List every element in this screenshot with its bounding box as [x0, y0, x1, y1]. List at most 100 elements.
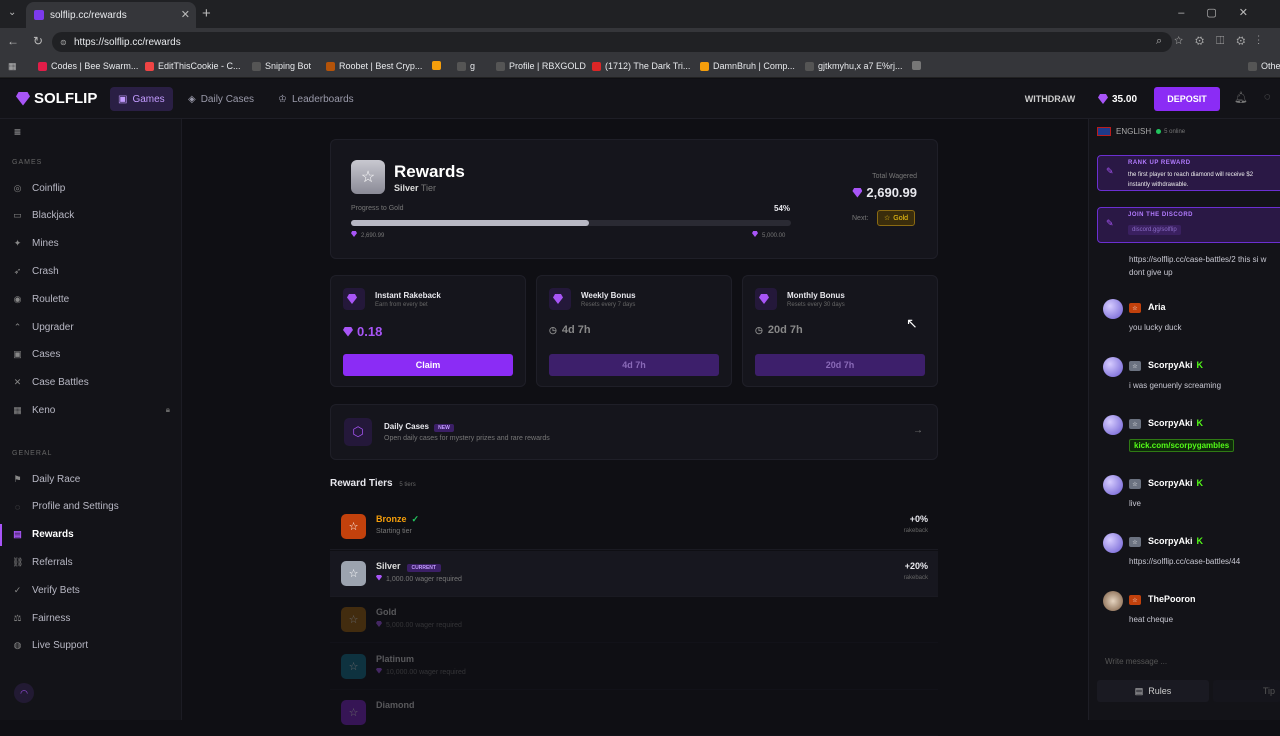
- brand-logo[interactable]: SOLFLIP: [16, 90, 97, 107]
- swords-icon: ✕: [13, 377, 22, 388]
- url-field[interactable]: ⊜ https://solflip.cc/rewards: [52, 32, 1172, 52]
- bonus-timer-button[interactable]: 4d 7h: [549, 354, 719, 376]
- apps-grid-icon[interactable]: ▦: [8, 61, 17, 72]
- chat-username[interactable]: ScorpyAki K: [1148, 418, 1203, 428]
- balance-display[interactable]: 35.00: [1098, 87, 1137, 111]
- deposit-button[interactable]: DEPOSIT: [1154, 87, 1220, 111]
- sidebar-item-label: Profile and Settings: [32, 501, 119, 513]
- bookmark-item[interactable]: EditThisCookie - C...: [145, 61, 241, 71]
- sidebar-item-blackjack[interactable]: ▭ Blackjack: [0, 205, 182, 227]
- bookmark-item[interactable]: g: [457, 61, 475, 71]
- sidebar-item-daily-race[interactable]: ⚑ Daily Race: [0, 468, 182, 490]
- new-tab-icon[interactable]: +: [202, 5, 211, 22]
- bookmark-item[interactable]: Profile | RBXGOLD: [496, 61, 586, 71]
- sidebar-item-case-battles[interactable]: ✕ Case Battles: [0, 372, 182, 394]
- claim-button[interactable]: Claim: [343, 354, 513, 376]
- sidebar-item-verify-bets[interactable]: ✓ Verify Bets: [0, 579, 182, 601]
- bookmark-item[interactable]: Othe: [1248, 61, 1280, 71]
- user-avatar[interactable]: [1103, 591, 1123, 611]
- sidebar-item-crash[interactable]: ➶ Crash: [0, 260, 182, 282]
- user-avatar[interactable]: [1103, 357, 1123, 377]
- bonus-timer-button[interactable]: 20d 7h: [755, 354, 925, 376]
- chat-username-text: ScorpyAki: [1148, 360, 1193, 370]
- promo-title: RANK UP REWARD: [1128, 160, 1191, 166]
- bookmark-item[interactable]: DamnBruh | Comp...: [700, 61, 795, 71]
- bookmark-item[interactable]: (1712) The Dark Tri...: [592, 61, 690, 71]
- language-selector[interactable]: ENGLISH 5 online: [1097, 127, 1185, 136]
- sidebar-item-cases[interactable]: ▣ Cases: [0, 344, 182, 366]
- bonus-card: Weekly Bonus Resets every 7 days ◷ 4d 7h 4d …: [536, 275, 732, 387]
- user-avatar[interactable]: [1103, 415, 1123, 435]
- chat-username[interactable]: ScorpyAki K: [1148, 536, 1203, 546]
- sidebar-item-keno[interactable]: ▦ Keno 🔒︎: [0, 399, 182, 421]
- tab-search-icon[interactable]: ⌄: [8, 7, 16, 18]
- menu-icon[interactable]: ≡: [14, 125, 21, 139]
- bonus-value-text: 20d 7h: [767, 324, 803, 336]
- bookmark-item[interactable]: [912, 61, 925, 70]
- chat-toggle-icon[interactable]: ◌: [1264, 91, 1271, 103]
- clock-icon: ◷: [755, 324, 763, 335]
- chat-message: ☆ ScorpyAki Kkick.com/scorpygambles: [1097, 415, 1280, 465]
- sidebar-item-live-support[interactable]: ◍ Live Support: [0, 635, 182, 657]
- discord-promo[interactable]: ✎ JOIN THE DISCORD discord.gg/solflip: [1097, 207, 1280, 243]
- sidebar-item-mines[interactable]: ✦ Mines: [0, 233, 182, 255]
- sidebar-item-coinflip[interactable]: ◎ Coinflip: [0, 177, 182, 199]
- bookmark-item[interactable]: Codes | Bee Swarm...: [38, 61, 138, 71]
- chat-username[interactable]: ThePooron: [1148, 594, 1196, 604]
- chat-message-text: dont give up: [1129, 268, 1173, 277]
- chat-username[interactable]: ScorpyAki K: [1148, 478, 1203, 488]
- gem-icon: [376, 621, 382, 627]
- rank-silver-icon: ☆: [1129, 537, 1141, 547]
- bookmark-item[interactable]: Sniping Bot: [252, 61, 311, 71]
- chat-username[interactable]: Aria: [1148, 302, 1166, 312]
- browser-tab[interactable]: solflip.cc/rewards ✕: [26, 2, 196, 28]
- sidebar-item-upgrader[interactable]: ⌃ Upgrader: [0, 316, 182, 338]
- nav-daily-cases-label: Daily Cases: [200, 93, 255, 105]
- bookmark-item[interactable]: Roobet | Best Cryp...: [326, 61, 422, 71]
- user-avatar[interactable]: [1103, 475, 1123, 495]
- daily-cases-subtitle: Open daily cases for mystery prizes and …: [384, 435, 550, 442]
- coin-icon: ◎: [13, 182, 22, 193]
- support-headset-icon[interactable]: ◠: [14, 683, 34, 703]
- nav-daily-cases[interactable]: ◈ Daily Cases: [180, 87, 262, 111]
- box-icon: ▣: [13, 349, 22, 360]
- discord-link[interactable]: discord.gg/solflip: [1128, 225, 1181, 235]
- chat-username-text: ThePooron: [1148, 594, 1196, 604]
- tier-name: Gold: [376, 607, 397, 617]
- gem-badge-icon: [343, 288, 365, 310]
- bookmark-item[interactable]: gjtkmyhu,x a7 E%rj...: [805, 61, 903, 71]
- user-avatar[interactable]: [1103, 533, 1123, 553]
- rules-button[interactable]: ▤ Rules: [1097, 680, 1209, 702]
- withdraw-button[interactable]: WITHDRAW: [1014, 87, 1086, 111]
- gem-badge-icon: [755, 288, 777, 310]
- bookmark-item[interactable]: [432, 61, 445, 70]
- daily-cases-title: Daily Cases: [384, 422, 429, 431]
- bell-icon[interactable]: 🔔︎: [1234, 91, 1248, 104]
- tier-name: Platinum: [376, 654, 414, 664]
- sidebar-item-rewards[interactable]: ▤ Rewards: [0, 523, 182, 546]
- sidebar-item-fairness[interactable]: ⚖ Fairness: [0, 607, 182, 629]
- sidebar-item-roulette[interactable]: ◉ Roulette: [0, 288, 182, 310]
- online-dot-icon: [1156, 129, 1162, 134]
- nav-games[interactable]: ▣ Games: [110, 87, 173, 111]
- site-info-icon[interactable]: ⊜: [60, 38, 67, 47]
- sidebar-item-profile-and-settings[interactable]: ◌ Profile and Settings: [0, 496, 182, 518]
- sidebar-item-referrals[interactable]: ⛓ Referrals: [0, 551, 182, 573]
- chat-message-text: heat cheque: [1129, 615, 1174, 624]
- user-avatar[interactable]: [1103, 299, 1123, 319]
- sidebar-item-label: Cases: [32, 349, 61, 361]
- sidebar-item-label: Daily Race: [32, 473, 81, 485]
- close-tab-icon[interactable]: ✕: [181, 8, 190, 21]
- tier-row-platinum: ☆ Platinum 10,000.00 wager required: [330, 644, 938, 690]
- back-icon[interactable]: ←: [2, 34, 24, 48]
- extension-icons[interactable]: ⌕☆⚙◫⚙⋮: [1156, 35, 1272, 48]
- chat-username[interactable]: ScorpyAki K: [1148, 360, 1203, 370]
- sidebar-item-label: Live Support: [32, 640, 89, 652]
- reload-icon[interactable]: ↻: [27, 34, 49, 48]
- tier-name-text: Silver: [376, 560, 401, 571]
- window-controls[interactable]: –▢✕: [1178, 6, 1270, 19]
- chat-input[interactable]: Write message ...: [1097, 651, 1280, 671]
- daily-cases-banner[interactable]: ⬡ Daily Cases NEW Open daily cases for m…: [330, 404, 938, 460]
- nav-leaderboards[interactable]: ♔ Leaderboards: [270, 87, 362, 111]
- tip-button[interactable]: Tip: [1213, 680, 1280, 702]
